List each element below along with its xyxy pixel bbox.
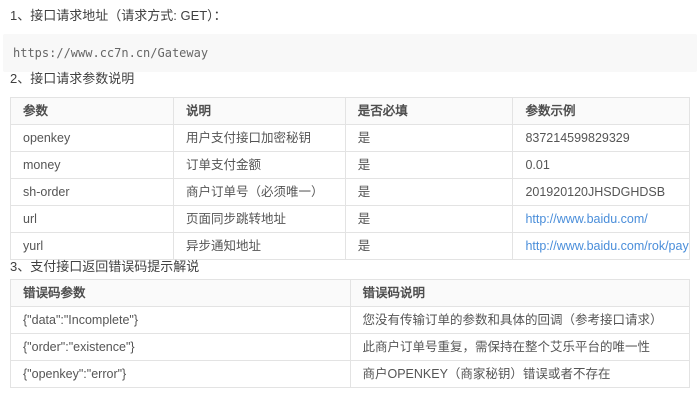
column-header: 参数 [11, 98, 174, 125]
url-link[interactable]: http://www.baidu.com/rok/pay [525, 239, 688, 253]
table-cell: 订单支付金额 [173, 152, 345, 179]
table-cell: yurl [11, 233, 174, 260]
table-row: openkey用户支付接口加密秘钥是837214599829329 [11, 125, 690, 152]
section2-heading: 2、接口请求参数说明 [10, 72, 690, 85]
table-cell: 用户支付接口加密秘钥 [173, 125, 345, 152]
table-cell: 是 [345, 233, 513, 260]
table-row: sh-order商户订单号（必须唯一）是201920120JHSDGHDSB [11, 179, 690, 206]
table-header-row: 错误码参数错误码说明 [11, 280, 690, 307]
column-header: 参数示例 [513, 98, 690, 125]
table-cell: 是 [345, 206, 513, 233]
table-cell: 0.01 [513, 152, 690, 179]
gateway-url-code-block: https://www.cc7n.cn/Gateway [3, 34, 697, 72]
table-cell: 是 [345, 152, 513, 179]
table-row: {"openkey":"error"}商户OPENKEY（商家秘钥）错误或者不存… [11, 361, 690, 388]
column-header: 错误码参数 [11, 280, 351, 307]
table-cell: 异步通知地址 [173, 233, 345, 260]
table-row: yurl异步通知地址是 http://www.baidu.com/rok/pay [11, 233, 690, 260]
table-cell: {"order":"existence"} [11, 334, 351, 361]
column-header: 说明 [173, 98, 345, 125]
table-cell: money [11, 152, 174, 179]
table-cell: http://www.baidu.com/rok/pay [513, 233, 690, 260]
table-cell: {"data":"Incomplete"} [11, 307, 351, 334]
table-cell: sh-order [11, 179, 174, 206]
api-doc-page: 1、接口请求地址（请求方式: GET）： https://www.cc7n.cn… [0, 0, 700, 388]
request-params-table: 参数说明是否必填参数示例openkey用户支付接口加密秘钥是8372145998… [10, 97, 690, 260]
url-link[interactable]: http://www.baidu.com/ [525, 212, 647, 226]
table-cell: 201920120JHSDGHDSB [513, 179, 690, 206]
table-cell: 商户OPENKEY（商家秘钥）错误或者不存在 [350, 361, 690, 388]
table-cell: 商户订单号（必须唯一） [173, 179, 345, 206]
table-row: {"data":"Incomplete"}您没有传输订单的参数和具体的回调（参考… [11, 307, 690, 334]
table-cell: {"openkey":"error"} [11, 361, 351, 388]
table-cell: 此商户订单号重复，需保持在整个艾乐平台的唯一性 [350, 334, 690, 361]
table-cell: 页面同步跳转地址 [173, 206, 345, 233]
table-row: money订单支付金额是0.01 [11, 152, 690, 179]
table-row: {"order":"existence"}此商户订单号重复，需保持在整个艾乐平台… [11, 334, 690, 361]
table-header-row: 参数说明是否必填参数示例 [11, 98, 690, 125]
error-codes-table: 错误码参数错误码说明{"data":"Incomplete"}您没有传输订单的参… [10, 279, 690, 388]
section3-heading: 3、支付接口返回错误码提示解说 [10, 260, 690, 273]
table-row: url页面同步跳转地址是 http://www.baidu.com/ [11, 206, 690, 233]
section1-heading: 1、接口请求地址（请求方式: GET）： [10, 0, 690, 22]
table-cell: 是 [345, 125, 513, 152]
table-cell: http://www.baidu.com/ [513, 206, 690, 233]
table-cell: 是 [345, 179, 513, 206]
table-cell: openkey [11, 125, 174, 152]
table-cell: 837214599829329 [513, 125, 690, 152]
table-cell: url [11, 206, 174, 233]
column-header: 错误码说明 [350, 280, 690, 307]
table-cell: 您没有传输订单的参数和具体的回调（参考接口请求） [350, 307, 690, 334]
column-header: 是否必填 [345, 98, 513, 125]
